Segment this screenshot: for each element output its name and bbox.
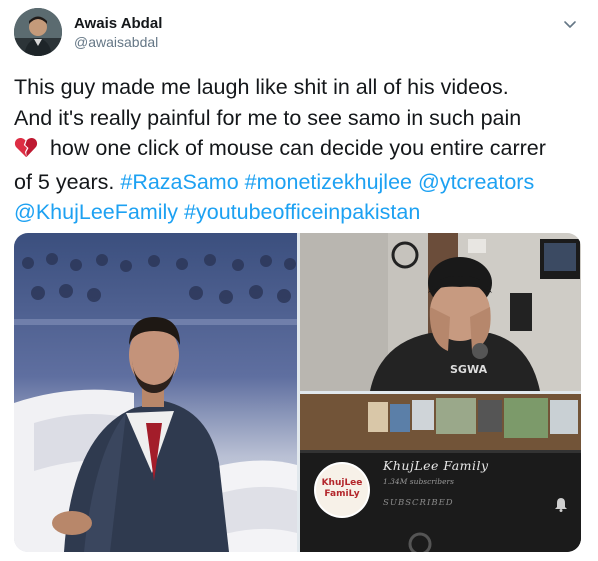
user-handle[interactable]: @awaisabdal: [74, 33, 162, 51]
mention-khujleefamily[interactable]: @KhujLeeFamily: [14, 200, 178, 224]
tweet-line-text: how one click of mouse can decide you en…: [44, 136, 546, 160]
tweet-line: how one click of mouse can decide you en…: [14, 133, 589, 167]
avatar-photo: [14, 8, 62, 56]
tweet-line: And it's really painful for me to see sa…: [14, 105, 522, 130]
display-name[interactable]: Awais Abdal: [74, 14, 162, 33]
hashtag-youtubeofficeinpakistan[interactable]: #youtubeofficeinpakistan: [184, 200, 420, 224]
broken-heart-icon: [14, 136, 38, 167]
youtube-channel-screenshot[interactable]: KhujLee FamiLy KhujLee Family 1.34M subs…: [300, 394, 581, 552]
mention-ytcreators[interactable]: @ytcreators: [418, 170, 534, 194]
avatar[interactable]: [14, 8, 62, 56]
tweet-line-text: of 5 years.: [14, 169, 121, 194]
shirt-text: SGWA: [450, 363, 488, 376]
media-grid: SGWA KhujLee FamiLy KhujLee Family 1.34M: [14, 233, 581, 552]
channel-logo: KhujLee FamiLy: [316, 478, 368, 500]
channel-logo-line: FamiLy: [324, 489, 360, 499]
channel-name: KhujLee Family: [383, 458, 489, 473]
tweet-text: This guy made me laugh like shit in all …: [14, 72, 589, 228]
bell-icon[interactable]: [553, 496, 569, 512]
chevron-down-icon[interactable]: [562, 16, 578, 32]
hashtag-monetizekhujlee[interactable]: #monetizekhujlee: [245, 170, 412, 194]
subscriber-count: 1.34M subscribers: [383, 477, 454, 486]
photo-person-covering-face[interactable]: SGWA: [300, 233, 581, 391]
hashtag-razasamo[interactable]: #RazaSamo: [120, 170, 238, 194]
subscribed-button[interactable]: SUBSCRIBED: [383, 498, 454, 508]
tweet-header: Awais Abdal @awaisabdal: [14, 8, 584, 58]
channel-logo-line: KhujLee: [321, 478, 363, 488]
tweet-line: of 5 years. #RazaSamo #monetizekhujlee @…: [14, 167, 589, 198]
tweet-line: This guy made me laugh like shit in all …: [14, 75, 509, 99]
photo-man-in-suit[interactable]: [14, 233, 297, 552]
tweet-line: @KhujLeeFamily #youtubeofficeinpakistan: [14, 197, 589, 228]
